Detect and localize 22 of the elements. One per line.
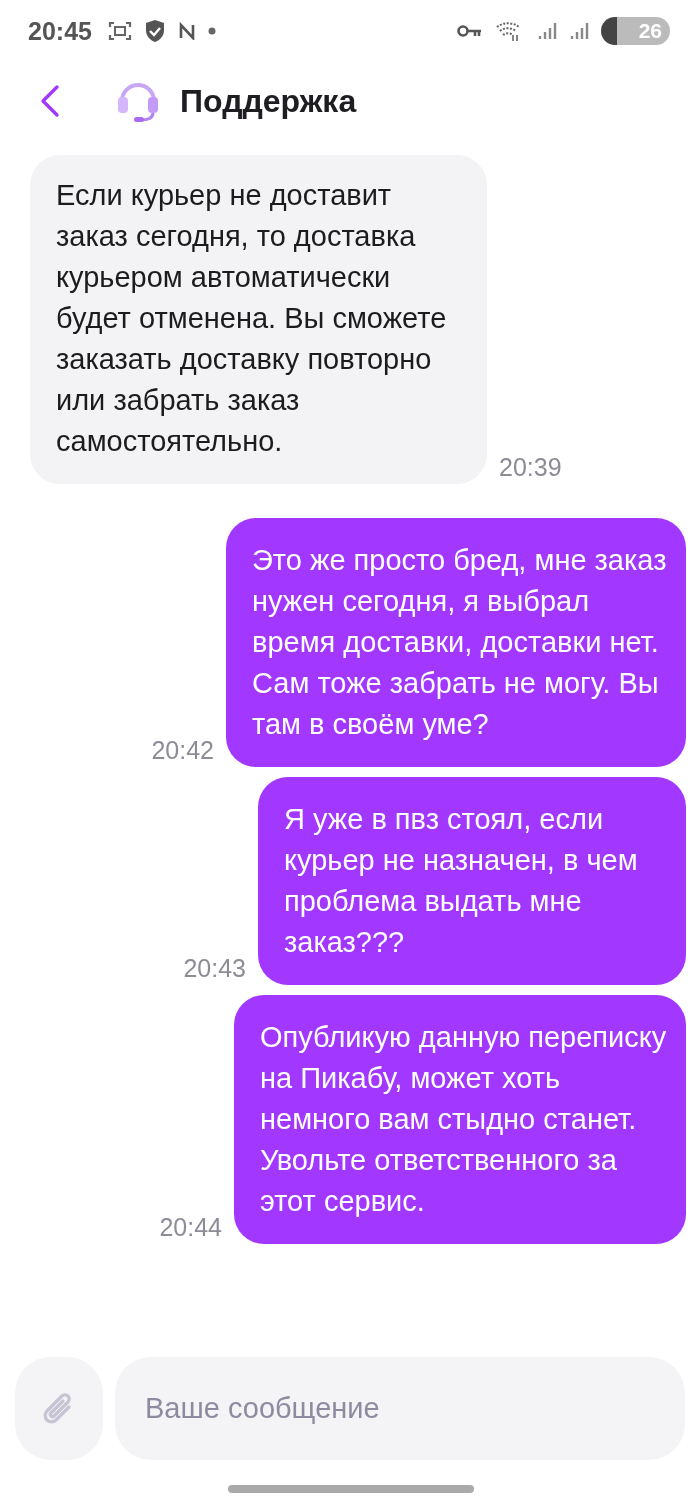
dot-icon	[207, 27, 216, 35]
key-icon	[456, 23, 483, 39]
message-time: 20:42	[151, 736, 214, 766]
message-time: 20:43	[183, 954, 246, 984]
message-bubble: Опубликую данную переписку на Пикабу, может хоть немного вам стыдно станет. Увольте ответственного за этот сервис.	[234, 995, 686, 1244]
message-time: 20:44	[159, 1213, 222, 1243]
n-icon	[177, 22, 196, 40]
screenshot-icon	[107, 20, 132, 42]
chat-title: Поддержка	[180, 82, 357, 120]
signal-icon	[568, 21, 589, 41]
home-indicator[interactable]	[228, 1485, 474, 1493]
message-bubble: Я уже в пвз стоял, если курьер не назначен, в чем проблема выдать мне заказ???	[258, 777, 686, 985]
status-time: 20:45	[28, 16, 92, 46]
back-icon[interactable]	[40, 84, 60, 118]
message-input[interactable]: Ваше сообщение	[115, 1357, 685, 1460]
signal-icon	[536, 21, 557, 41]
shield-icon	[143, 19, 166, 43]
attach-button[interactable]	[15, 1357, 103, 1460]
message-bubble: Это же просто бред, мне заказ нужен сегодня, я выбрал время доставки, доставки нет. Сам тоже забрать не могу. Вы там в своём уме?	[226, 518, 686, 767]
message-bubble: Если курьер не доставит заказ сегодня, то доставка курьером автоматически будет отменена. Вы сможете заказать доставку повторно или забрать заказ самостоятельно.	[30, 155, 487, 484]
battery-indicator: 26	[600, 17, 670, 45]
message-time: 20:39	[499, 453, 562, 483]
